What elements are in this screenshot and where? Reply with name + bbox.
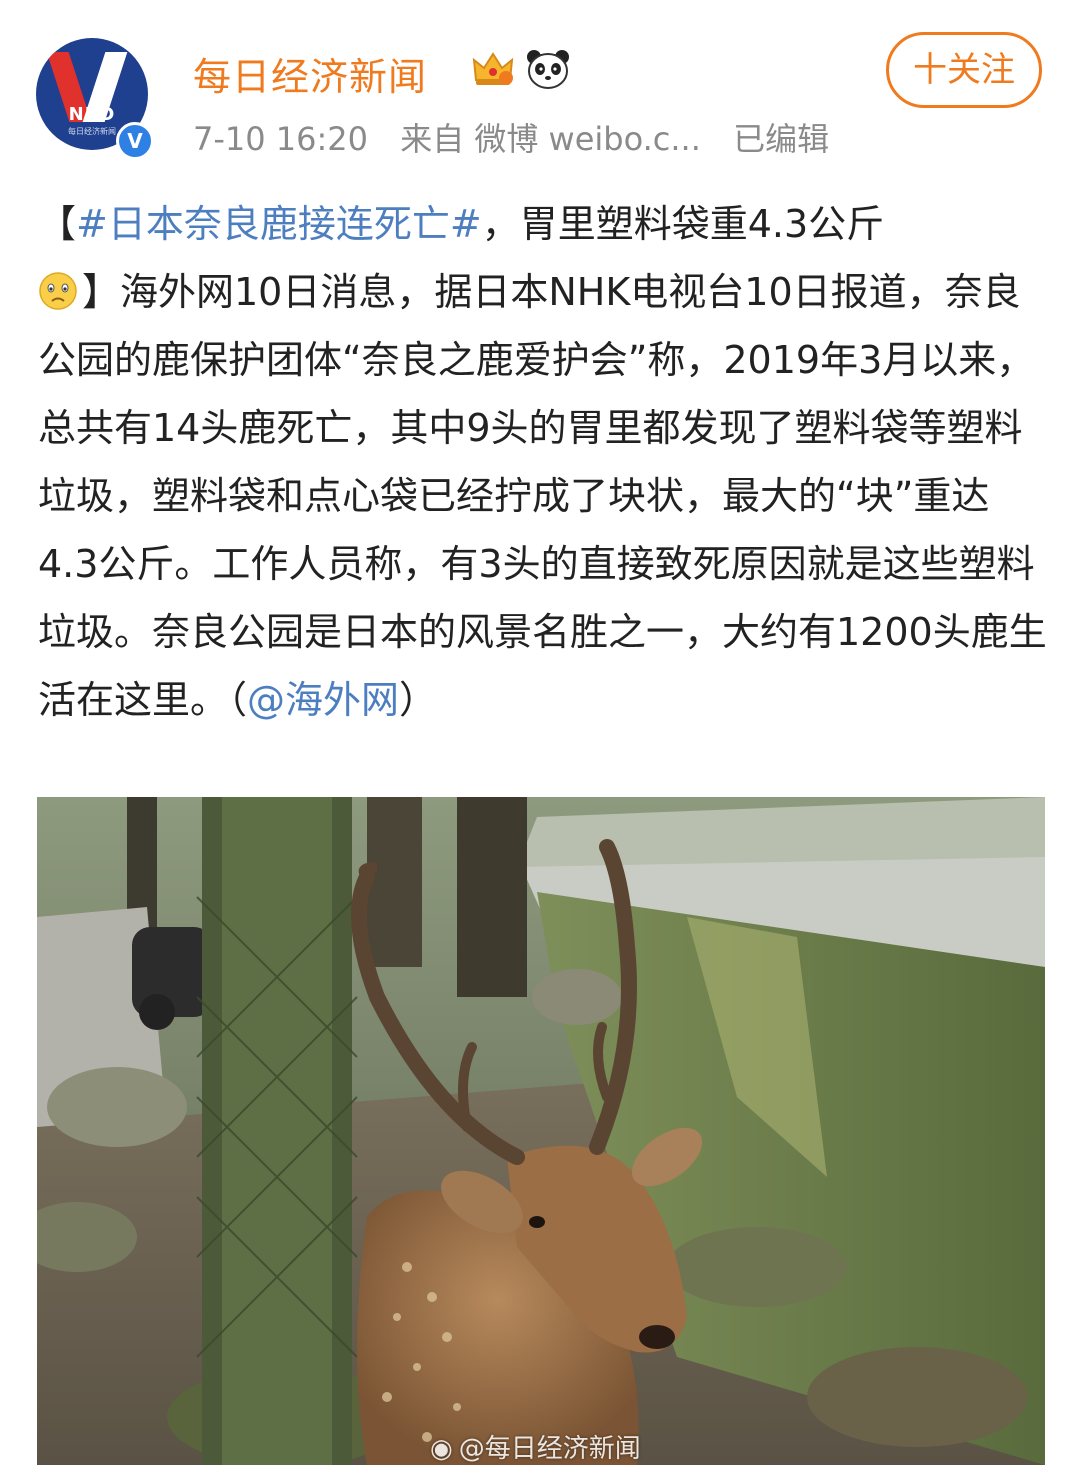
topic-link[interactable]: #日本奈良鹿接连死亡# (76, 202, 482, 246)
edited-label[interactable]: 已编辑 (733, 120, 829, 158)
post-body: 【#日本奈良鹿接连死亡#，胃里塑料袋重4.3公斤 】海外网10日消息，据日本NH… (38, 190, 1048, 734)
body-text: 】海外网10日消息，据日本NHK电视台10日报道，奈良公园的鹿保护团体“奈良之鹿… (38, 270, 1047, 722)
verified-icon: V (116, 122, 154, 160)
post-image[interactable] (37, 797, 1045, 1465)
post-time: 7-10 16:20 (193, 120, 369, 158)
open-bracket: 【 (38, 202, 77, 246)
deer-photo (37, 797, 1045, 1465)
mention-link[interactable]: @海外网 (247, 678, 399, 722)
post-source[interactable]: 来自 微博 weibo.c... (400, 120, 701, 158)
panda-icon (527, 50, 569, 89)
follow-button[interactable]: 十关注 (886, 32, 1042, 108)
weibo-icon: ◉ (430, 1434, 453, 1464)
account-name[interactable]: 每日经济新闻 (193, 46, 427, 101)
headline-text: ，胃里塑料袋重4.3公斤 (481, 202, 885, 246)
crown-icon (472, 52, 514, 85)
close-paren: ） (399, 678, 438, 722)
post-meta: 7-10 16:20 来自 微博 weibo.c... 已编辑 (193, 114, 851, 160)
watermark-text: @每日经济新闻 (458, 1434, 641, 1464)
sad-face-icon (39, 272, 77, 310)
image-watermark: ◉ @每日经济新闻 (430, 1428, 641, 1465)
post-header: NBD 每日经济新闻 V 每日经济新闻 7-10 16:20 来自 微博 wei… (0, 0, 1080, 170)
